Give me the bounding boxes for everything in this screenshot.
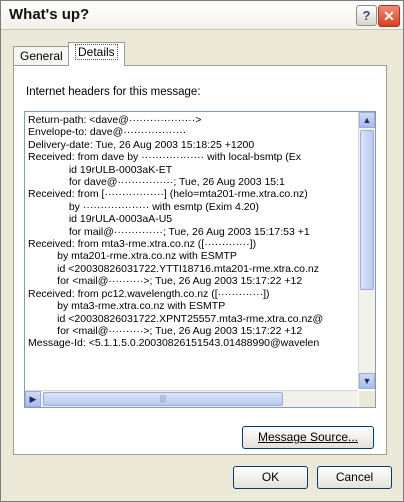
header-line: id 19rULA-0003aA-U5 — [28, 213, 173, 226]
scroll-up-button[interactable]: ▲ — [359, 112, 375, 128]
close-button[interactable]: ✕ — [378, 5, 400, 27]
tab-general[interactable]: General — [13, 46, 70, 65]
horizontal-scrollbar[interactable]: ◀ ||| ▶ — [25, 390, 358, 407]
internet-headers-textbox[interactable]: Return-path: <dave@···················> E… — [24, 111, 376, 408]
header-line: Message-Id: <5.1.1.5.0.20030826151543.01… — [28, 337, 320, 350]
header-line: by ··················· with esmtp (Exim … — [28, 200, 259, 213]
header-line: id <20030826031722.YTTI18716.mta201-rme.… — [28, 262, 319, 275]
properties-dialog: What's up? ? ✕ General Details Internet … — [0, 0, 404, 502]
header-line: for mail@··············; Tue, 26 Aug 200… — [28, 225, 310, 238]
ok-button[interactable]: OK — [233, 466, 308, 489]
header-line: id <20030826031722.XPNT25557.mta3-rme.xt… — [28, 312, 324, 325]
header-line: Delivery-date: Tue, 26 Aug 2003 15:18:25… — [28, 138, 255, 151]
scrollbar-corner — [359, 391, 375, 407]
header-line: by mta201-rme.xtra.co.nz with ESMTP — [28, 250, 237, 263]
header-line: id 19rULB-0003aK-ET — [28, 163, 173, 176]
title-bar: What's up? ? ✕ — [1, 1, 403, 30]
details-panel: Internet headers for this message: Retur… — [13, 65, 387, 455]
header-line: Received: from dave by ·················… — [28, 151, 302, 164]
header-line: for <mail@··········>; Tue, 26 Aug 2003 … — [28, 324, 303, 337]
header-text[interactable]: Return-path: <dave@···················> E… — [28, 114, 356, 386]
window-title: What's up? — [9, 6, 90, 23]
scroll-right-button[interactable]: ▶ — [25, 391, 41, 407]
header-line: Envelope-to: dave@·················· — [28, 126, 187, 139]
header-line: by mta3-rme.xtra.co.nz with ESMTP — [28, 300, 226, 313]
scroll-down-button[interactable]: ▼ — [359, 373, 375, 389]
tab-details[interactable]: Details — [68, 42, 125, 66]
horizontal-scroll-thumb[interactable]: ||| — [43, 392, 283, 406]
vertical-scrollbar[interactable]: ▲ ▼ — [358, 112, 375, 389]
message-source-label: Message Source... — [257, 430, 359, 444]
header-line: Return-path: <dave@···················> — [28, 114, 202, 126]
internet-headers-label: Internet headers for this message: — [26, 86, 201, 98]
vertical-scroll-thumb[interactable] — [360, 130, 374, 290]
header-line: Received: from mta3-rme.xtra.co.nz ([···… — [28, 238, 257, 251]
help-button[interactable]: ? — [356, 5, 377, 26]
header-line: Received: from [·················] (helo… — [28, 188, 308, 201]
header-line: for <mail@··········>; Tue, 26 Aug 2003 … — [28, 275, 303, 288]
cancel-button[interactable]: Cancel — [317, 466, 392, 489]
header-line: for dave@················; Tue, 26 Aug 2… — [28, 176, 285, 189]
header-line: Received: from pc12.wavelength.co.nz ([·… — [28, 287, 270, 300]
message-source-button[interactable]: Message Source... — [242, 426, 374, 449]
tab-details-label: Details — [75, 44, 118, 60]
